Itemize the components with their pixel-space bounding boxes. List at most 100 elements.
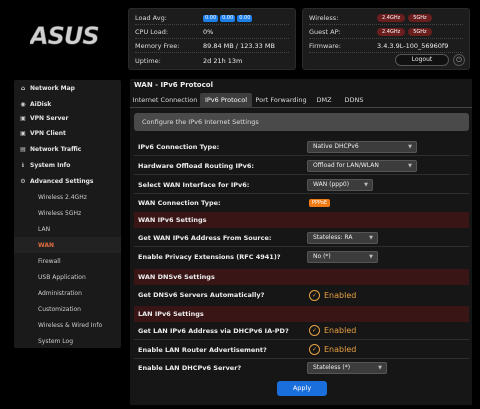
chevron-down-icon: ▼ — [408, 143, 412, 150]
select-value: No (*) — [313, 253, 331, 260]
uptime-row: Uptime: 2d 21h 13m — [135, 54, 289, 67]
sidebar-subitem-system-log[interactable]: System Log — [14, 333, 121, 349]
toggle-value: Enabled — [324, 290, 357, 300]
apply-button[interactable]: Apply — [277, 381, 327, 396]
section-wan-dnsv6: WAN DNSv6 Settings — [134, 269, 469, 285]
privacy-extensions-row: Enable Privacy Extensions (RFC 4941)? No… — [134, 248, 469, 266]
wan-connection-type-row: WAN Connection Type: PPPoE — [134, 194, 469, 212]
sidebar-item-label: VPN Client — [30, 129, 66, 137]
guest-row: Guest AP: 2.4GHz 5GHz — [309, 26, 463, 39]
sidebar-item-label: AiDisk — [30, 100, 52, 108]
sidebar-item-label: System Info — [30, 161, 71, 169]
router-advertisement-label: Enable LAN Router Advertisement? — [138, 345, 267, 354]
sidebar-subitem-wireless-5[interactable]: Wireless 5GHz — [14, 205, 121, 221]
sidebar: ⌂ Network Map ◉ AiDisk ▣ VPN Server ▣ VPN Cl… — [14, 80, 121, 348]
sidebar-subitem-firewall[interactable]: Firewall — [14, 253, 121, 269]
uptime-value: 2d 21h 13m — [203, 56, 243, 65]
check-icon: ✓ — [309, 325, 320, 336]
firmware-label: Firmware: — [309, 42, 341, 50]
sidebar-subitem-administration[interactable]: Administration — [14, 285, 121, 301]
ipv6-connection-type-row: IPv6 Connection Type: Native DHCPv6 ▼ — [134, 138, 469, 156]
sidebar-subitem-usb-application[interactable]: USB Application — [14, 269, 121, 285]
ia-pd-row: Get LAN IPv6 Address via DHCPv6 IA-PD? ✓… — [134, 322, 469, 340]
wireless-24-badge[interactable]: 2.4GHz — [377, 14, 406, 22]
main-panel: WAN - IPv6 Protocol Internet Connection … — [130, 79, 472, 405]
address-source-select[interactable]: Stateless: RA ▼ — [307, 231, 378, 244]
privacy-extensions-select[interactable]: No (*) ▼ — [307, 251, 378, 263]
cpu-row: CPU Load: 0% — [135, 26, 289, 39]
hardware-offload-label: Hardware Offload Routing IPv6: — [138, 161, 255, 170]
address-source-label: Get WAN IPv6 Address From Source: — [138, 233, 272, 242]
disk-icon: ◉ — [20, 100, 26, 108]
sidebar-item-advanced-settings[interactable]: ⚙ Advanced Settings — [14, 173, 121, 189]
address-source-row: Get WAN IPv6 Address From Source: Statel… — [134, 229, 469, 247]
wireless-label: Wireless: — [309, 14, 339, 22]
load-avg-15: 0.00 — [237, 14, 253, 22]
wan-interface-row: Select WAN Interface for IPv6: WAN (ppp0… — [134, 176, 469, 194]
sidebar-subitem-lan[interactable]: LAN — [14, 221, 121, 237]
uptime-label: Uptime: — [135, 56, 161, 65]
guest-label: Guest AP: — [309, 28, 341, 36]
check-icon: ✓ — [309, 344, 320, 355]
sidebar-item-vpn-client[interactable]: ▣ VPN Client — [14, 125, 121, 141]
sidebar-subitem-wireless-wired-info[interactable]: Wireless & Wired Info — [14, 317, 121, 333]
wireless-status-panel: Wireless: 2.4GHz 5GHz Guest AP: 2.4GHz 5… — [302, 8, 470, 70]
ia-pd-toggle[interactable]: ✓ Enabled — [309, 325, 356, 336]
power-icon[interactable]: ⏻ — [453, 54, 465, 66]
asus-logo: ASUS — [30, 25, 100, 47]
sidebar-item-vpn-server[interactable]: ▣ VPN Server — [14, 110, 121, 126]
chevron-down-icon: ▼ — [408, 162, 412, 169]
load-avg-row: Load Avg: 0.00 0.00 0.00 — [135, 12, 289, 25]
lan-dhcpv6-label: Enable LAN DHCPv6 Server? — [138, 364, 242, 372]
chevron-down-icon: ▼ — [369, 234, 373, 241]
tab-port-forwarding[interactable]: Port Forwarding — [254, 93, 308, 108]
guest-5-badge[interactable]: 5GHz — [408, 28, 432, 36]
wan-interface-select[interactable]: WAN (ppp0) ▼ — [307, 178, 373, 191]
select-value: Stateless: RA — [313, 233, 353, 241]
load-avg-5: 0.00 — [220, 14, 236, 22]
tab-dmz[interactable]: DMZ — [312, 93, 336, 108]
router-advertisement-row: Enable LAN Router Advertisement? ✓ Enable… — [134, 341, 469, 359]
lock-icon: ▣ — [20, 114, 26, 122]
dns-auto-toggle[interactable]: ✓ Enabled — [309, 289, 357, 301]
privacy-extensions-label: Enable Privacy Extensions (RFC 4941)? — [138, 253, 281, 261]
ipv6-connection-type-label: IPv6 Connection Type: — [138, 142, 220, 151]
chevron-down-icon: ▼ — [364, 181, 368, 188]
sidebar-item-label: Advanced Settings — [30, 177, 94, 185]
tab-internet-connection[interactable]: Internet Connection — [132, 93, 198, 108]
firmware-value: 3.4.3.9L-100_56960f9 — [377, 42, 449, 50]
wan-interface-label: Select WAN Interface for IPv6: — [138, 180, 250, 189]
hardware-offload-row: Hardware Offload Routing IPv6: Offload f… — [134, 157, 469, 175]
sidebar-item-label: Network Map — [30, 84, 75, 92]
memory-label: Memory Free: — [135, 42, 180, 50]
wireless-row: Wireless: 2.4GHz 5GHz — [309, 12, 463, 25]
hardware-offload-select[interactable]: Offload for LAN/WLAN ▼ — [307, 159, 417, 172]
lan-dhcpv6-select[interactable]: Stateless (*) ▼ — [307, 362, 387, 374]
router-advertisement-toggle[interactable]: ✓ Enabled — [309, 344, 356, 355]
page-title: WAN - IPv6 Protocol — [134, 81, 213, 89]
load-avg-1: 0.00 — [203, 14, 219, 22]
dns-auto-row: Get DNSv6 Servers Automatically? ✓ Enable… — [134, 286, 469, 304]
guest-24-badge[interactable]: 2.4GHz — [377, 28, 406, 36]
sidebar-item-network-map[interactable]: ⌂ Network Map — [14, 80, 121, 96]
wireless-5-badge[interactable]: 5GHz — [408, 14, 432, 22]
check-icon: ✓ — [309, 289, 320, 301]
select-value: Offload for LAN/WLAN — [313, 161, 379, 169]
ipv6-connection-type-select[interactable]: Native DHCPv6 ▼ — [307, 140, 417, 153]
tab-ipv6-protocol[interactable]: IPv6 Protocol — [200, 93, 252, 108]
sidebar-subitem-customization[interactable]: Customization — [14, 301, 121, 317]
select-value: Native DHCPv6 — [313, 142, 359, 150]
sidebar-item-network-traffic[interactable]: ▤ Network Traffic — [14, 141, 121, 157]
sidebar-subitem-wireless-24[interactable]: Wireless 2.4GHz — [14, 189, 121, 205]
firmware-row: Firmware: 3.4.3.9L-100_56960f9 — [309, 40, 463, 53]
logout-button[interactable]: Logout — [395, 54, 449, 66]
gear-icon: ⚙ — [20, 177, 26, 185]
section-wan-ipv6: WAN IPv6 Settings — [134, 212, 469, 228]
sidebar-subitem-wan[interactable]: WAN — [14, 237, 121, 253]
cpu-value: 0% — [203, 28, 214, 36]
select-value: Stateless (*) — [313, 364, 351, 371]
sidebar-item-system-info[interactable]: ℹ System Info — [14, 157, 121, 173]
tab-ddns[interactable]: DDNS — [340, 93, 368, 108]
sidebar-item-label: VPN Server — [30, 114, 69, 122]
home-icon: ⌂ — [20, 84, 26, 92]
